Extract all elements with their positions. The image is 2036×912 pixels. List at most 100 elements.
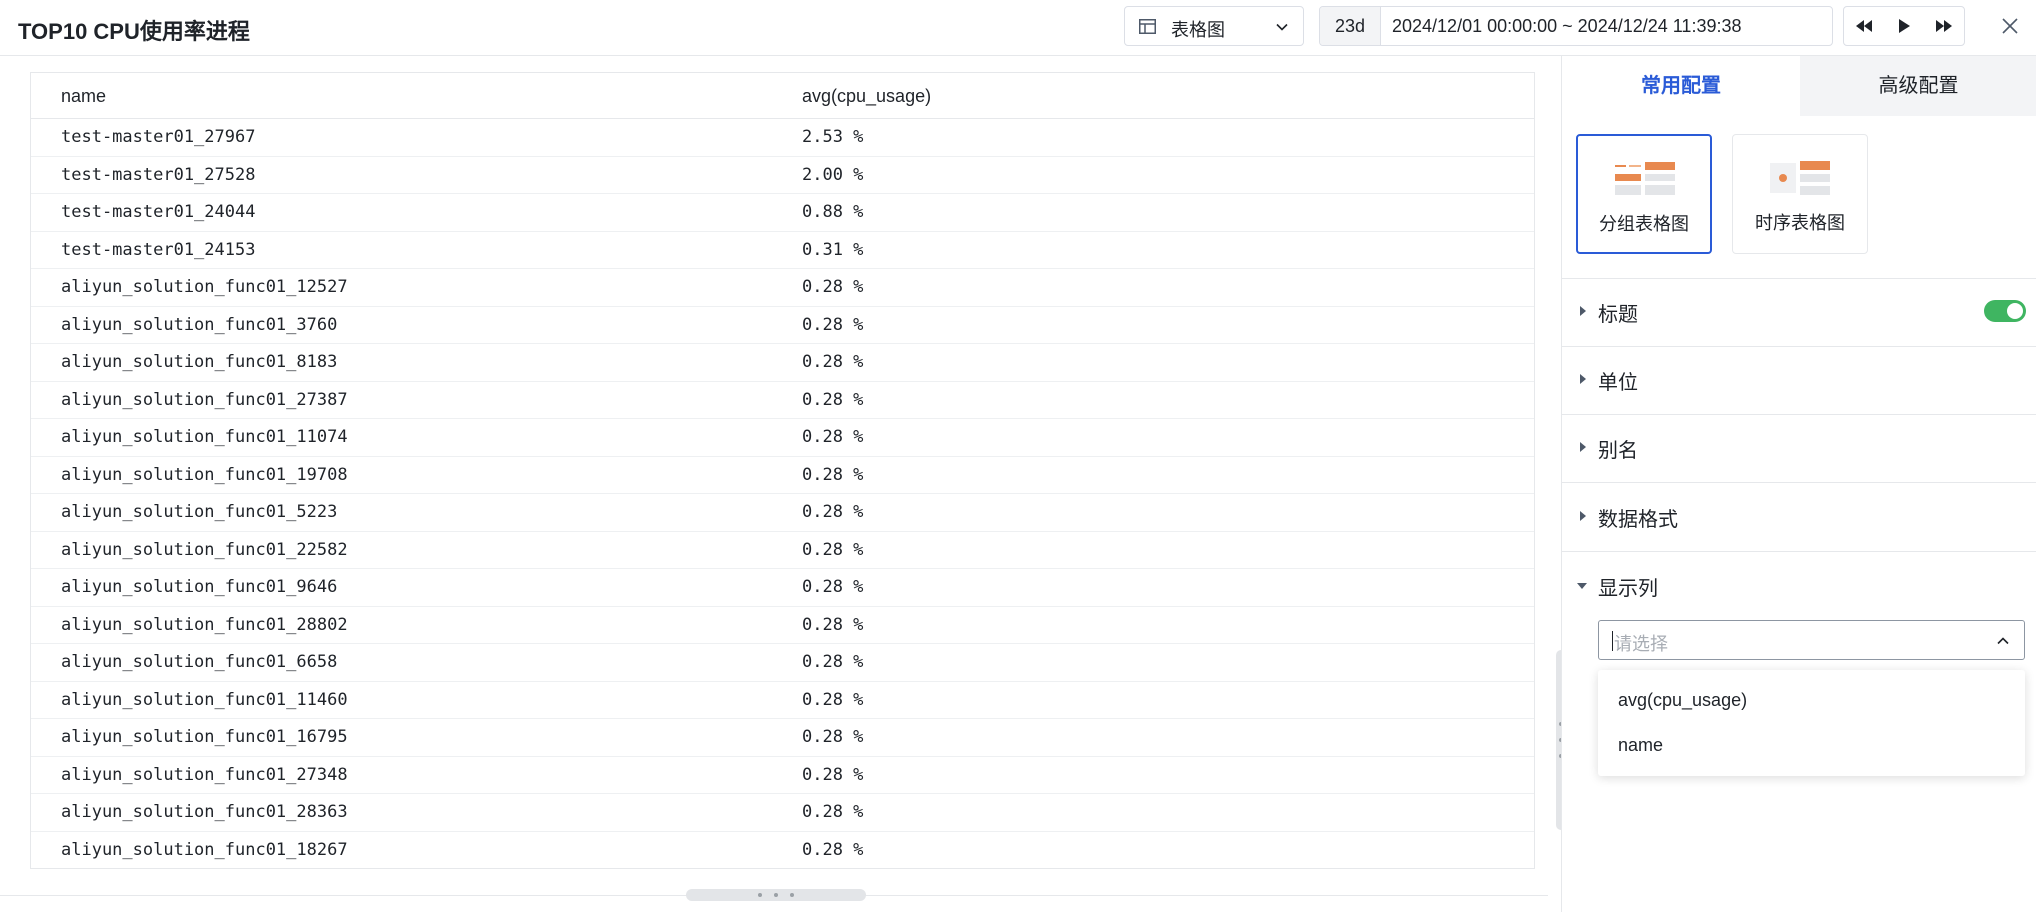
table-row[interactable]: aliyun_solution_func01_27348 0.28 % [31,757,1534,794]
option-label: avg(cpu_usage) [1618,690,1748,710]
cell-name: test-master01_27528 [61,164,256,185]
divider [1562,346,2036,347]
cell-name: test-master01_27967 [61,127,256,147]
section-unit[interactable]: 单位 [1562,354,2036,404]
cell-avg-cpu-usage: 0.28 % [802,427,864,447]
chevron-down-icon [1276,23,1288,31]
cell-name: test-master01_24044 [61,202,256,222]
divider [1562,414,2036,415]
table-row[interactable]: test-master01_24153 0.31 % [31,232,1534,269]
cell-avg-cpu-usage: 0.28 % [802,689,864,710]
section-alias-label: 别名 [1598,440,1638,462]
cell-avg-cpu-usage: 0.28 % [802,314,864,335]
cell-name: aliyun_solution_func01_22582 [61,539,348,560]
section-title[interactable]: 标题 [1562,286,2036,336]
chart-type-grouped-table[interactable]: 分组表格图 [1576,134,1712,254]
caret-right-icon [1580,511,1586,521]
cell-name: aliyun_solution_func01_18267 [61,839,348,860]
chart-type-timeseries-table[interactable]: 时序表格图 [1732,134,1868,254]
table-row[interactable]: aliyun_solution_func01_3760 0.28 % [31,307,1534,344]
fast-forward-button[interactable] [1924,7,1964,45]
section-display-columns[interactable]: 显示列 [1562,560,2036,610]
caret-right-icon [1580,374,1586,384]
section-title-label: 标题 [1598,304,1638,326]
divider [1562,482,2036,483]
section-unit-label: 单位 [1598,372,1638,394]
tab-advanced-config[interactable]: 高级配置 [1800,56,2036,116]
section-data-format-label: 数据格式 [1598,509,1678,531]
table-row[interactable]: aliyun_solution_func01_18267 0.28 % [31,832,1534,870]
cell-avg-cpu-usage: 0.88 % [802,202,864,222]
table-row[interactable]: aliyun_solution_func01_9646 0.28 % [31,569,1534,607]
cell-name: test-master01_24153 [61,239,256,260]
caret-right-icon [1580,442,1586,452]
section-alias[interactable]: 别名 [1562,422,2036,472]
data-table: name avg(cpu_usage) test-master01_27967 2… [30,72,1535,869]
dropdown-option-name[interactable]: name [1598,724,2025,768]
table-row[interactable]: aliyun_solution_func01_11460 0.28 % [31,682,1534,719]
cell-avg-cpu-usage: 0.28 % [802,614,864,635]
display-columns-select[interactable]: 请选择 [1598,620,2025,660]
tab-common-config[interactable]: 常用配置 [1562,56,1800,116]
timeseries-table-thumbnail-icon [1770,161,1830,195]
text-cursor [1612,631,1613,651]
time-range-picker[interactable]: 23d 2024/12/01 00:00:00 ~ 2024/12/24 11:… [1319,6,1833,46]
option-label: name [1618,735,1664,755]
rewind-button[interactable] [1844,7,1884,45]
config-panel: 常用配置 高级配置 分组表格图 时序表格图 标题 单位 别名 数据格式 显示列 … [1561,56,2036,912]
dropdown-option-avg-cpu-usage[interactable]: avg(cpu_usage) [1598,679,2025,723]
time-duration-badge[interactable]: 23d [1320,7,1381,45]
visualization-type-select[interactable]: 表格图 [1124,6,1304,46]
cell-name: aliyun_solution_func01_11074 [61,427,348,447]
cell-avg-cpu-usage: 0.28 % [802,652,864,672]
cell-avg-cpu-usage: 0.28 % [802,727,864,747]
visualization-type-label: 表格图 [1171,20,1225,40]
table-row[interactable]: aliyun_solution_func01_19708 0.28 % [31,457,1534,494]
chart-type-label: 分组表格图 [1599,214,1689,234]
table-row[interactable]: test-master01_27967 2.53 % [31,119,1534,157]
cell-avg-cpu-usage: 0.28 % [802,464,864,485]
fast-forward-icon [1936,20,1952,32]
column-header-name[interactable]: name [61,86,106,107]
playback-controls [1843,6,1965,46]
cell-name: aliyun_solution_func01_8183 [61,352,338,372]
table-row[interactable]: test-master01_27528 2.00 % [31,157,1534,194]
cell-avg-cpu-usage: 2.00 % [802,164,864,185]
chart-type-label: 时序表格图 [1755,213,1845,233]
table-row[interactable]: aliyun_solution_func01_6658 0.28 % [31,644,1534,682]
cell-name: aliyun_solution_func01_12527 [61,277,348,297]
table-row[interactable]: aliyun_solution_func01_12527 0.28 % [31,269,1534,307]
cell-name: aliyun_solution_func01_3760 [61,314,338,335]
column-header-avg-cpu-usage[interactable]: avg(cpu_usage) [802,86,931,107]
table-row[interactable]: aliyun_solution_func01_27387 0.28 % [31,382,1534,419]
table-row[interactable]: aliyun_solution_func01_28802 0.28 % [31,607,1534,644]
table-row[interactable]: aliyun_solution_func01_28363 0.28 % [31,794,1534,832]
cell-avg-cpu-usage: 0.31 % [802,239,864,260]
cell-avg-cpu-usage: 2.53 % [802,127,864,147]
section-display-columns-label: 显示列 [1598,578,1658,600]
play-button[interactable] [1884,7,1924,45]
cell-avg-cpu-usage: 0.28 % [802,389,864,410]
grouped-table-thumbnail-icon [1615,162,1675,195]
table-row[interactable]: aliyun_solution_func01_8183 0.28 % [31,344,1534,382]
title-toggle[interactable] [1984,300,2026,322]
cell-name: aliyun_solution_func01_27387 [61,389,348,410]
horizontal-resize-handle[interactable] [686,889,866,901]
time-range-text[interactable]: 2024/12/01 00:00:00 ~ 2024/12/24 11:39:3… [1392,16,1742,37]
cell-avg-cpu-usage: 0.28 % [802,764,864,785]
table-row[interactable]: test-master01_24044 0.88 % [31,194,1534,232]
cell-name: aliyun_solution_func01_19708 [61,464,348,485]
table-row[interactable]: aliyun_solution_func01_11074 0.28 % [31,419,1534,457]
table-header-row: name avg(cpu_usage) [31,73,1534,119]
select-placeholder: 请选择 [1614,634,1668,654]
table-row[interactable]: aliyun_solution_func01_16795 0.28 % [31,719,1534,757]
divider [1562,278,2036,279]
top-header: TOP10 CPU使用率进程 表格图 23d 2024/12/01 00:00:… [0,0,2036,56]
caret-right-icon [1580,306,1586,316]
display-columns-dropdown: avg(cpu_usage) name [1598,670,2025,776]
table-row[interactable]: aliyun_solution_func01_5223 0.28 % [31,494,1534,532]
close-icon[interactable] [1998,14,2022,38]
section-data-format[interactable]: 数据格式 [1562,491,2036,541]
divider [1562,551,2036,552]
table-row[interactable]: aliyun_solution_func01_22582 0.28 % [31,532,1534,569]
